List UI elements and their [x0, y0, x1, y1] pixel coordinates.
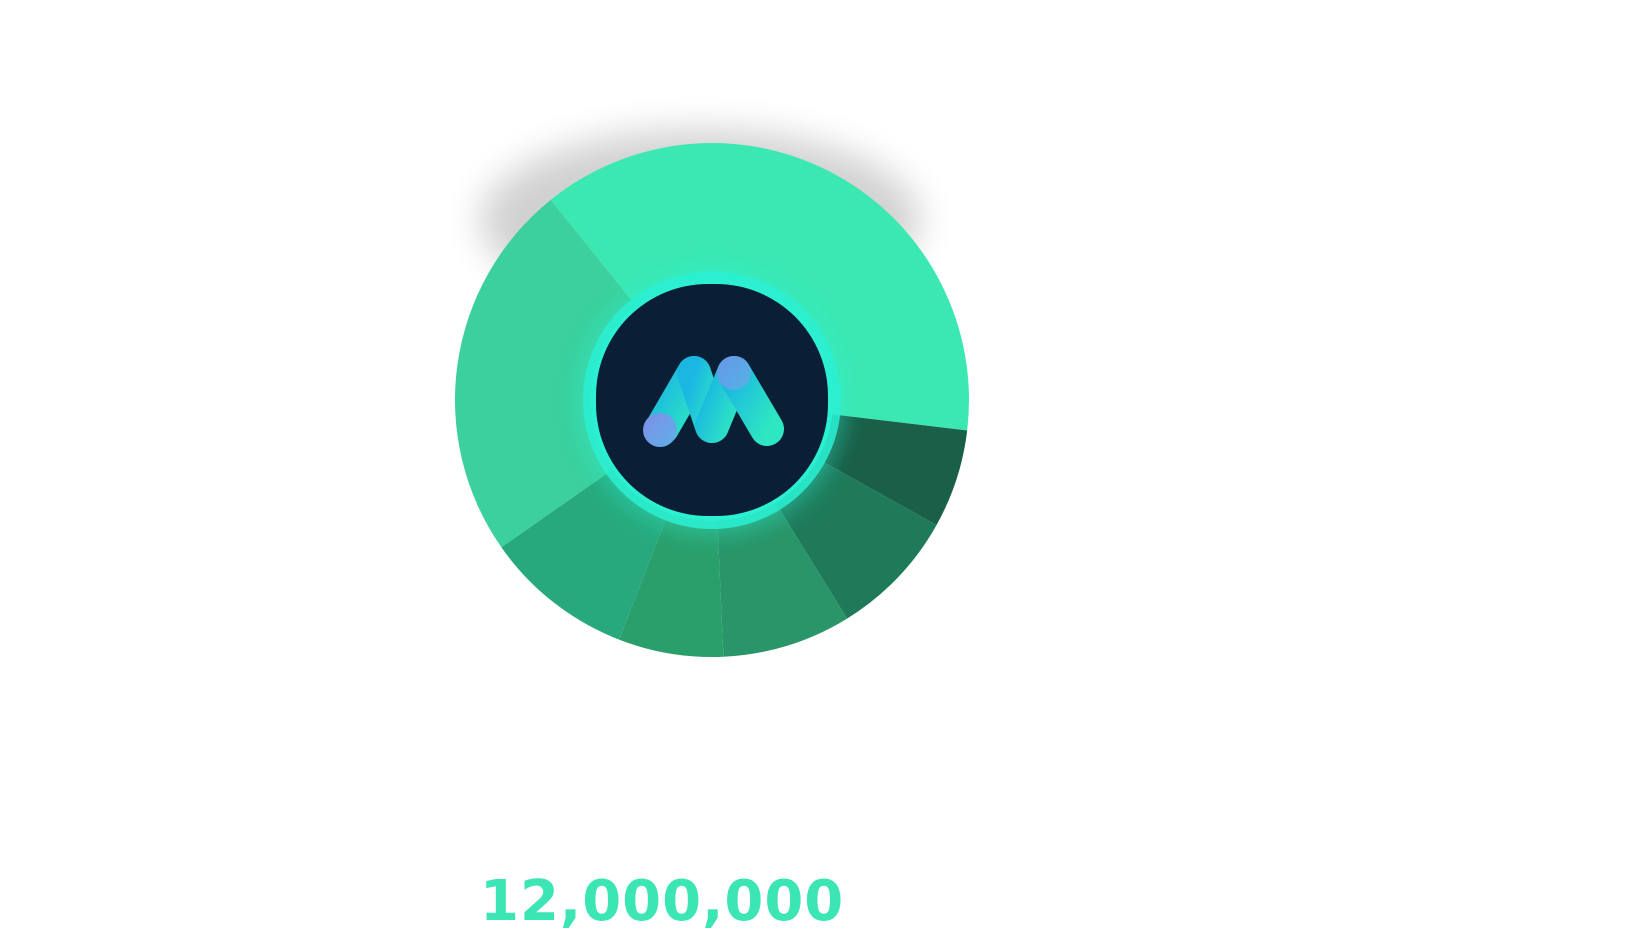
- donut-chart: [454, 130, 969, 657]
- center-logo: [583, 271, 841, 529]
- total-value-label: 12,000,000: [480, 869, 845, 934]
- donut-chart-stage: 12,000,000: [0, 0, 1632, 934]
